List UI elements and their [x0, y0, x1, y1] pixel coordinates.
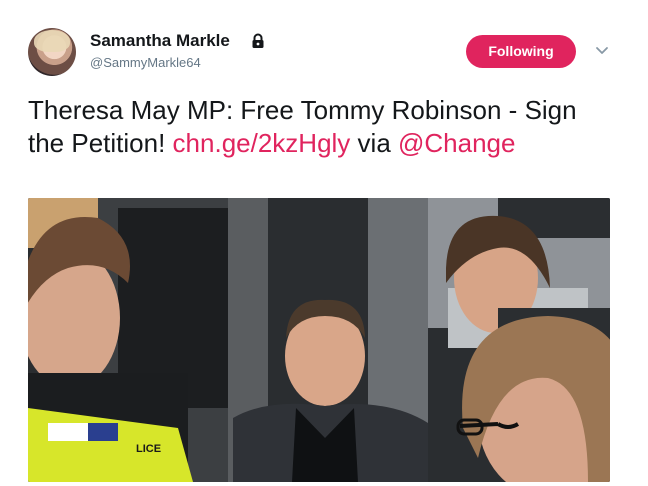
tweet-text-via: via — [350, 128, 398, 158]
petition-link[interactable]: chn.ge/2kzHgly — [173, 128, 351, 158]
display-name[interactable]: Samantha Markle — [90, 31, 230, 51]
avatar[interactable] — [28, 28, 76, 76]
chevron-down-icon[interactable] — [594, 42, 610, 58]
vest-text: LICE — [136, 443, 161, 455]
handle[interactable]: @SammyMarkle64 — [90, 55, 201, 70]
tweet-text: Theresa May MP: Free Tommy Robinson - Si… — [28, 94, 618, 160]
tweet-card: Samantha Markle @SammyMarkle64 Following… — [0, 0, 648, 486]
photo-scene: LICE — [28, 198, 610, 482]
tweet-photo[interactable]: LICE — [28, 198, 610, 482]
lock-icon — [252, 33, 264, 48]
change-mention-link[interactable]: @Change — [398, 128, 515, 158]
following-button[interactable]: Following — [466, 35, 576, 68]
